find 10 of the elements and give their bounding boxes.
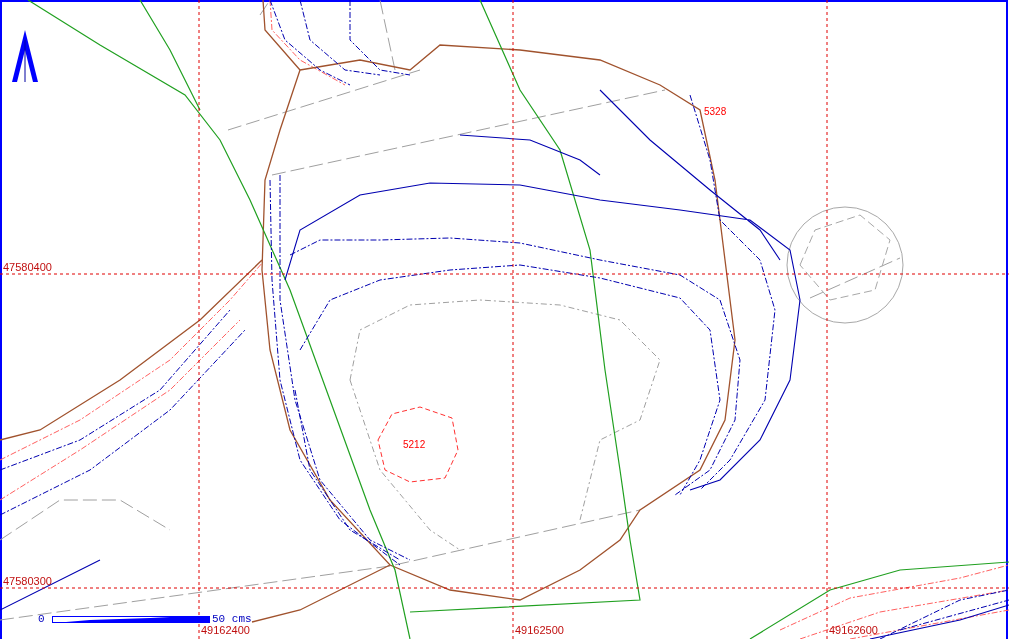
contour-label: 5212 [403,439,426,450]
easting-label: 49162500 [515,624,564,636]
scale-start-label: 0 [38,613,45,625]
easting-label: 49162400 [201,624,250,636]
north-arrow-icon [12,30,38,83]
easting-label: 49162600 [829,624,878,636]
scale-end-label: 50 cms [212,613,252,625]
northing-label: 47580300 [3,575,52,587]
contour-label: 5328 [704,106,727,117]
northing-label: 47580400 [3,261,52,273]
